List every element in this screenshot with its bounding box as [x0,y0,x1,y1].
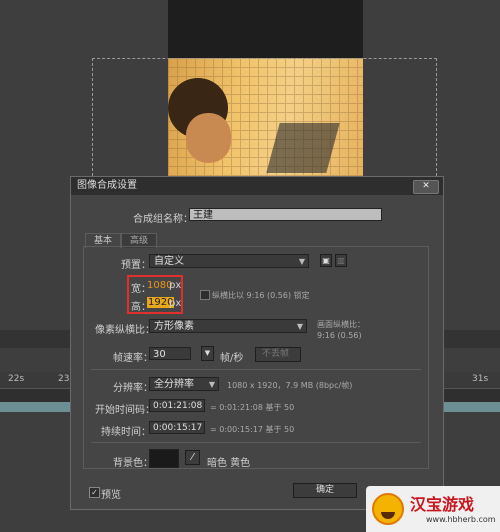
frame-rate-label: 帧速率： [113,353,153,364]
ruler-tick: 22s [8,374,25,384]
chevron-down-icon: ▼ [208,380,215,389]
fps-unit: 帧/秒 [220,353,244,364]
resolution-dropdown[interactable]: 全分辨率 ▼ [149,377,219,391]
preview-label: 预览 [101,490,121,501]
eyedropper-icon[interactable]: ⁄ [185,450,200,465]
site-logo-icon [372,493,404,525]
resolution-info: 1080 x 1920，7.9 MB (8bpc/帧) [227,381,353,390]
start-timecode-input[interactable]: 0:01:21:08 [149,399,205,412]
preview-checkbox[interactable]: ✓ [89,487,100,498]
resolution-label: 分辨率： [113,383,153,394]
start-timecode-label: 开始时间码： [95,405,155,416]
frame-rate-input[interactable]: 30 [149,347,191,360]
frame-rate-dropdown[interactable]: ▼ [201,346,214,361]
duration-label: 持续时间： [101,427,151,438]
pixel-aspect-label: 像素纵横比： [95,325,155,336]
bg-color-name: 暗色 黄色 [207,458,251,469]
lock-aspect-checkbox[interactable] [200,290,210,300]
chevron-down-icon: ▼ [296,322,303,331]
watermark-url: www.hbherb.com [426,515,496,524]
drop-frame-dropdown[interactable]: 不丢帧 [255,347,301,362]
duration-input[interactable]: 0:00:15:17 [149,421,205,434]
delete-preset-icon[interactable]: ▥ [335,254,347,267]
close-button[interactable]: ✕ [413,180,439,194]
pixel-aspect-dropdown[interactable]: 方形像素 ▼ [149,319,307,333]
divider [91,442,421,443]
composition-settings-dialog: 图像合成设置 ✕ 合成组名称： 王建 基本 高级 预置： 自定义 ▼ ▣ ▥ 宽… [70,176,444,510]
dialog-title: 图像合成设置 [77,180,137,191]
comp-name-input[interactable]: 王建 [189,208,382,221]
watermark: 汉宝游戏 www.hbherb.com [366,486,500,532]
watermark-name: 汉宝游戏 [410,495,475,514]
bg-color-swatch[interactable] [149,449,179,468]
lock-aspect-label: 纵横比以 9:16 (0.56) 锁定 [212,291,310,300]
preset-dropdown[interactable]: 自定义 ▼ [149,254,309,268]
resolution-value: 全分辨率 [154,379,194,390]
composition-top-area [168,0,363,58]
frame-aspect-label: 画面纵横比： [317,320,365,329]
divider [91,369,421,370]
pixel-aspect-value: 方形像素 [154,321,194,332]
comp-name-label: 合成组名称： [133,214,193,225]
highlight-box [127,275,183,314]
dialog-titlebar[interactable]: 图像合成设置 [71,177,443,195]
frame-aspect-value: 9:16 (0.56) [317,331,362,340]
start-timecode-info: = 0:01:21:08 基于 50 [210,403,295,412]
preset-label: 预置： [121,260,151,271]
bg-color-label: 背景色： [113,458,153,469]
save-preset-icon[interactable]: ▣ [320,254,332,267]
chevron-down-icon: ▼ [298,257,305,266]
preset-value: 自定义 [154,256,184,267]
ruler-tick: 31s [472,374,489,384]
duration-info: = 0:00:15:17 基于 50 [210,425,295,434]
ok-button[interactable]: 确定 [293,483,357,498]
